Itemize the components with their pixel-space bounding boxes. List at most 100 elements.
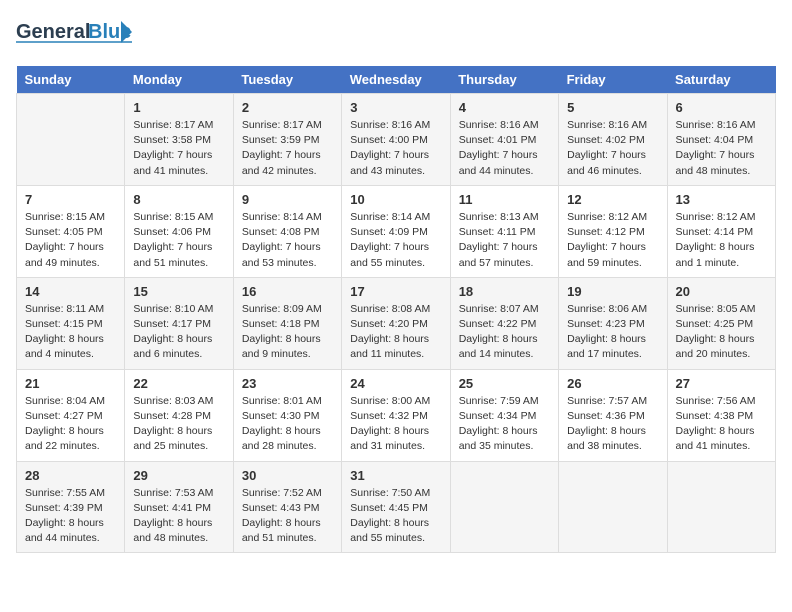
cell-detail: Sunrise: 7:56 AMSunset: 4:38 PMDaylight:…: [676, 394, 767, 455]
cell-2-2: 8Sunrise: 8:15 AMSunset: 4:06 PMDaylight…: [125, 185, 233, 277]
cell-detail: Sunrise: 8:16 AMSunset: 4:01 PMDaylight:…: [459, 118, 550, 179]
cell-3-3: 16 Sunrise: 8:09 AMSunset: 4:18 PMDayligh…: [233, 277, 341, 369]
cell-detail: Sunrise: 8:11 AMSunset: 4:15 PMDaylight:…: [25, 302, 116, 363]
cell-4-1: 21 Sunrise: 8:04 AMSunset: 4:27 PMDayligh…: [17, 369, 125, 461]
header-thursday: Thursday: [450, 66, 558, 94]
cell-5-2: 29 Sunrise: 7:53 AMSunset: 4:41 PMDayligh…: [125, 461, 233, 553]
cell-5-5: [450, 461, 558, 553]
day-number: 14: [25, 284, 116, 299]
cell-detail: Sunrise: 8:12 AMSunset: 4:12 PMDaylight:…: [567, 210, 658, 271]
day-number: 17: [350, 284, 441, 299]
week-row-5: 28 Sunrise: 7:55 AMSunset: 4:39 PMDayligh…: [17, 461, 776, 553]
cell-detail: Sunrise: 8:17 AMSunset: 3:58 PMDaylight:…: [133, 118, 224, 179]
cell-detail: Sunrise: 7:57 AMSunset: 4:36 PMDaylight:…: [567, 394, 658, 455]
cell-detail: Sunrise: 8:16 AMSunset: 4:00 PMDaylight:…: [350, 118, 441, 179]
week-row-2: 7 Sunrise: 8:15 AMSunset: 4:05 PMDaylight…: [17, 185, 776, 277]
cell-detail: Sunrise: 8:03 AMSunset: 4:28 PMDaylight:…: [133, 394, 224, 455]
day-number: 25: [459, 376, 550, 391]
week-row-3: 14 Sunrise: 8:11 AMSunset: 4:15 PMDayligh…: [17, 277, 776, 369]
cell-3-1: 14 Sunrise: 8:11 AMSunset: 4:15 PMDayligh…: [17, 277, 125, 369]
cell-detail: Sunrise: 8:13 AMSunset: 4:11 PMDaylight:…: [459, 210, 550, 271]
day-number: 24: [350, 376, 441, 391]
cell-detail: Sunrise: 8:07 AMSunset: 4:22 PMDaylight:…: [459, 302, 550, 363]
cell-4-3: 23 Sunrise: 8:01 AMSunset: 4:30 PMDayligh…: [233, 369, 341, 461]
day-number: 7: [25, 192, 116, 207]
cell-detail: Sunrise: 7:50 AMSunset: 4:45 PMDaylight:…: [350, 486, 441, 547]
cell-4-2: 22 Sunrise: 8:03 AMSunset: 4:28 PMDayligh…: [125, 369, 233, 461]
day-number: 2: [242, 100, 333, 115]
cell-detail: Sunrise: 7:55 AMSunset: 4:39 PMDaylight:…: [25, 486, 116, 547]
svg-text:General: General: [16, 21, 90, 43]
cell-3-5: 18 Sunrise: 8:07 AMSunset: 4:22 PMDayligh…: [450, 277, 558, 369]
day-number: 5: [567, 100, 658, 115]
cell-4-6: 26 Sunrise: 7:57 AMSunset: 4:36 PMDayligh…: [559, 369, 667, 461]
day-number: 16: [242, 284, 333, 299]
cell-detail: Sunrise: 8:04 AMSunset: 4:27 PMDaylight:…: [25, 394, 116, 455]
calendar-table: SundayMondayTuesdayWednesdayThursdayFrid…: [16, 66, 776, 553]
cell-detail: Sunrise: 8:09 AMSunset: 4:18 PMDaylight:…: [242, 302, 333, 363]
day-number: 23: [242, 376, 333, 391]
day-number: 21: [25, 376, 116, 391]
cell-2-4: 10Sunrise: 8:14 AMSunset: 4:09 PMDayligh…: [342, 185, 450, 277]
cell-detail: Sunrise: 8:08 AMSunset: 4:20 PMDaylight:…: [350, 302, 441, 363]
cell-3-2: 15 Sunrise: 8:10 AMSunset: 4:17 PMDayligh…: [125, 277, 233, 369]
header-wednesday: Wednesday: [342, 66, 450, 94]
cell-2-3: 9Sunrise: 8:14 AMSunset: 4:08 PMDaylight…: [233, 185, 341, 277]
cell-2-5: 11 Sunrise: 8:13 AMSunset: 4:11 PMDayligh…: [450, 185, 558, 277]
day-number: 28: [25, 468, 116, 483]
cell-detail: Sunrise: 8:16 AMSunset: 4:04 PMDaylight:…: [676, 118, 767, 179]
cell-2-1: 7 Sunrise: 8:15 AMSunset: 4:05 PMDaylight…: [17, 185, 125, 277]
day-number: 20: [676, 284, 767, 299]
day-number: 19: [567, 284, 658, 299]
cell-1-4: 3 Sunrise: 8:16 AMSunset: 4:00 PMDaylight…: [342, 94, 450, 186]
cell-detail: Sunrise: 8:10 AMSunset: 4:17 PMDaylight:…: [133, 302, 224, 363]
day-number: 8: [133, 192, 224, 207]
cell-detail: Sunrise: 8:06 AMSunset: 4:23 PMDaylight:…: [567, 302, 658, 363]
day-number: 18: [459, 284, 550, 299]
cell-1-3: 2 Sunrise: 8:17 AMSunset: 3:59 PMDaylight…: [233, 94, 341, 186]
header-friday: Friday: [559, 66, 667, 94]
cell-detail: Sunrise: 8:16 AMSunset: 4:02 PMDaylight:…: [567, 118, 658, 179]
header-monday: Monday: [125, 66, 233, 94]
day-number: 6: [676, 100, 767, 115]
cell-detail: Sunrise: 7:52 AMSunset: 4:43 PMDaylight:…: [242, 486, 333, 547]
day-number: 30: [242, 468, 333, 483]
logo: General Blue: [16, 16, 136, 56]
cell-1-7: 6 Sunrise: 8:16 AMSunset: 4:04 PMDaylight…: [667, 94, 775, 186]
cell-detail: Sunrise: 8:17 AMSunset: 3:59 PMDaylight:…: [242, 118, 333, 179]
logo-full-svg: General Blue: [16, 16, 136, 56]
header-tuesday: Tuesday: [233, 66, 341, 94]
day-number: 11: [459, 192, 550, 207]
cell-4-7: 27 Sunrise: 7:56 AMSunset: 4:38 PMDayligh…: [667, 369, 775, 461]
cell-1-2: 1 Sunrise: 8:17 AMSunset: 3:58 PMDaylight…: [125, 94, 233, 186]
day-number: 31: [350, 468, 441, 483]
cell-detail: Sunrise: 8:05 AMSunset: 4:25 PMDaylight:…: [676, 302, 767, 363]
cell-1-5: 4Sunrise: 8:16 AMSunset: 4:01 PMDaylight…: [450, 94, 558, 186]
day-number: 13: [676, 192, 767, 207]
cell-detail: Sunrise: 8:00 AMSunset: 4:32 PMDaylight:…: [350, 394, 441, 455]
cell-5-3: 30 Sunrise: 7:52 AMSunset: 4:43 PMDayligh…: [233, 461, 341, 553]
day-number: 27: [676, 376, 767, 391]
cell-5-4: 31 Sunrise: 7:50 AMSunset: 4:45 PMDayligh…: [342, 461, 450, 553]
cell-5-6: [559, 461, 667, 553]
day-number: 1: [133, 100, 224, 115]
cell-3-6: 19 Sunrise: 8:06 AMSunset: 4:23 PMDayligh…: [559, 277, 667, 369]
day-number: 15: [133, 284, 224, 299]
week-row-4: 21 Sunrise: 8:04 AMSunset: 4:27 PMDayligh…: [17, 369, 776, 461]
cell-detail: Sunrise: 7:59 AMSunset: 4:34 PMDaylight:…: [459, 394, 550, 455]
cell-2-6: 12Sunrise: 8:12 AMSunset: 4:12 PMDayligh…: [559, 185, 667, 277]
header-row: SundayMondayTuesdayWednesdayThursdayFrid…: [17, 66, 776, 94]
day-number: 26: [567, 376, 658, 391]
day-number: 9: [242, 192, 333, 207]
header-saturday: Saturday: [667, 66, 775, 94]
day-number: 3: [350, 100, 441, 115]
cell-detail: Sunrise: 8:12 AMSunset: 4:14 PMDaylight:…: [676, 210, 767, 271]
day-number: 29: [133, 468, 224, 483]
header: General Blue: [16, 16, 776, 56]
cell-detail: Sunrise: 8:01 AMSunset: 4:30 PMDaylight:…: [242, 394, 333, 455]
cell-5-1: 28 Sunrise: 7:55 AMSunset: 4:39 PMDayligh…: [17, 461, 125, 553]
cell-detail: Sunrise: 7:53 AMSunset: 4:41 PMDaylight:…: [133, 486, 224, 547]
cell-3-4: 17 Sunrise: 8:08 AMSunset: 4:20 PMDayligh…: [342, 277, 450, 369]
day-number: 22: [133, 376, 224, 391]
cell-detail: Sunrise: 8:15 AMSunset: 4:05 PMDaylight:…: [25, 210, 116, 271]
